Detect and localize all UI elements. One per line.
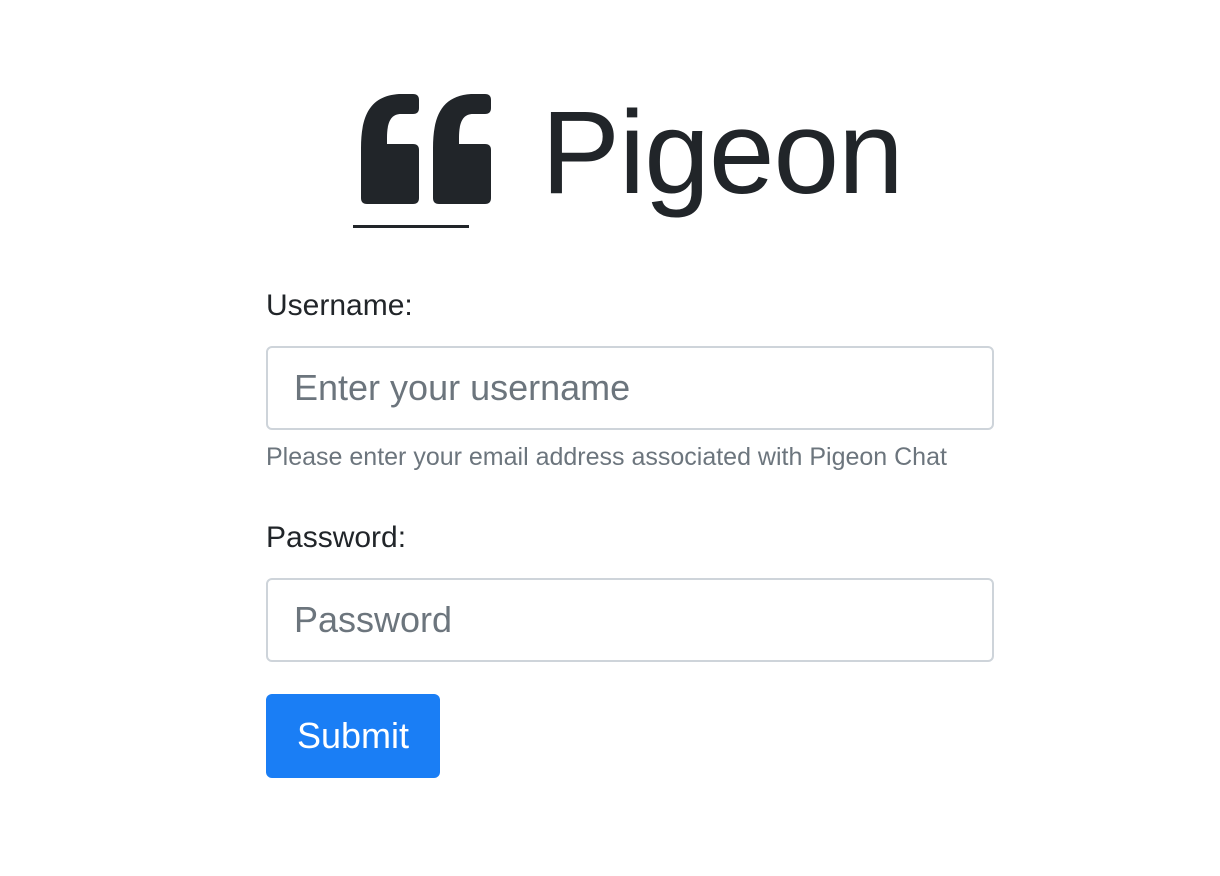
brand-underline bbox=[353, 225, 470, 228]
brand-lockup: Pigeon bbox=[317, 78, 904, 228]
username-label: Username: bbox=[266, 289, 413, 322]
username-help-text: Please enter your email address associat… bbox=[266, 443, 947, 471]
brand-name: Pigeon bbox=[541, 87, 903, 219]
password-label: Password: bbox=[266, 521, 407, 554]
password-group: Password: bbox=[266, 514, 994, 662]
password-input[interactable] bbox=[266, 578, 994, 662]
brand-header: Pigeon bbox=[0, 78, 1220, 228]
submit-button[interactable]: Submit bbox=[266, 694, 440, 778]
username-input[interactable] bbox=[266, 346, 994, 430]
quote-left-icon bbox=[353, 78, 492, 228]
username-group: Username: Please enter your email addres… bbox=[266, 282, 994, 474]
login-form: Username: Please enter your email addres… bbox=[266, 282, 994, 778]
